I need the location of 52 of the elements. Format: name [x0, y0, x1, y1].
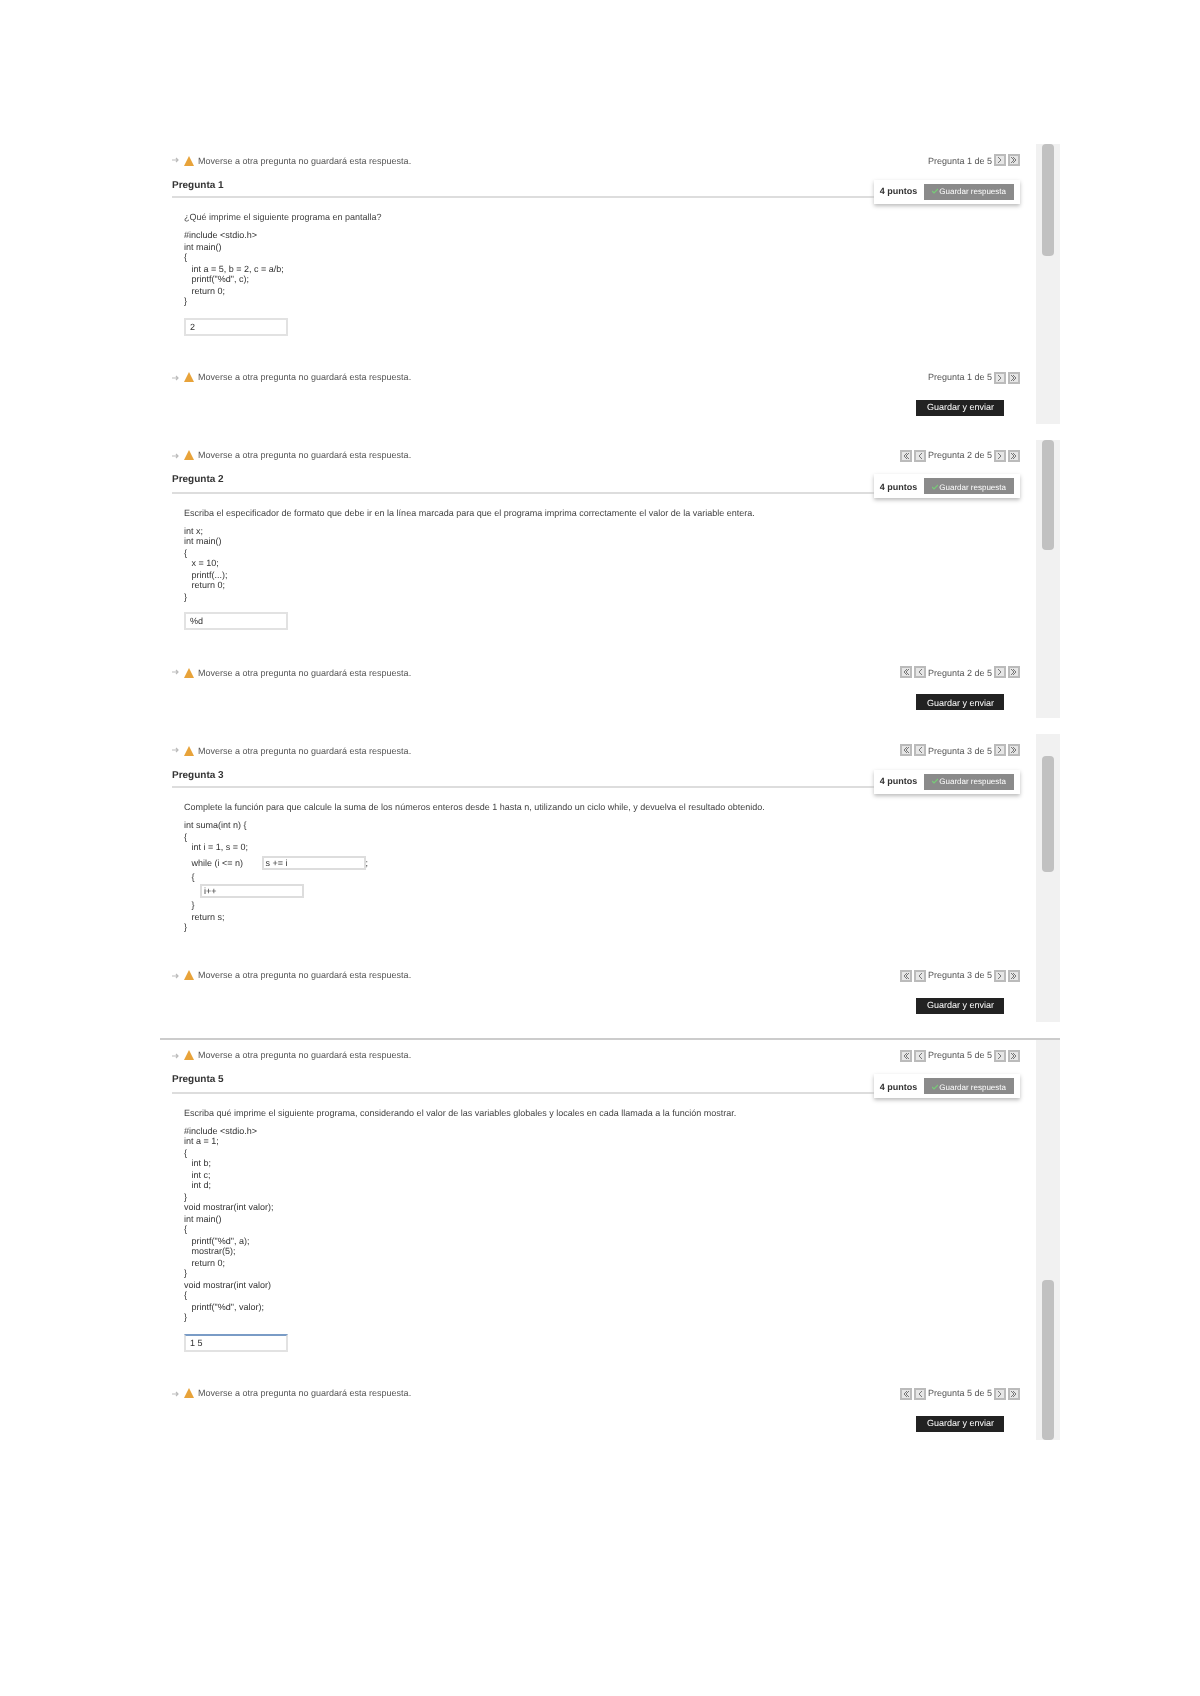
next-question-button[interactable] — [994, 744, 1006, 756]
warning-icon — [184, 745, 194, 755]
scrollbar[interactable] — [1036, 734, 1060, 1021]
first-question-button[interactable] — [899, 1387, 912, 1399]
next-question-button[interactable] — [994, 969, 1006, 981]
check-icon — [931, 483, 938, 489]
warning-icon — [184, 372, 194, 382]
last-question-button[interactable] — [1008, 666, 1020, 678]
arrow-icon — [172, 746, 180, 754]
previous-question-button[interactable] — [913, 1387, 926, 1399]
last-question-button[interactable] — [1008, 744, 1020, 756]
last-question-button[interactable] — [1008, 1049, 1020, 1061]
arrow-icon — [172, 971, 180, 979]
check-icon — [931, 778, 938, 784]
first-question-button[interactable] — [899, 1049, 912, 1061]
next-question-button[interactable] — [994, 1387, 1006, 1399]
next-question-button[interactable] — [994, 449, 1006, 461]
first-question-button[interactable] — [899, 744, 912, 756]
last-question-button[interactable] — [1008, 1387, 1020, 1399]
warning-icon — [184, 1388, 194, 1398]
scrollbar[interactable] — [1036, 439, 1060, 718]
last-question-button[interactable] — [1008, 969, 1020, 981]
warning-icon — [184, 155, 194, 165]
warning-icon — [184, 970, 194, 980]
arrow-icon — [172, 668, 180, 676]
previous-question-button[interactable] — [913, 1049, 926, 1061]
previous-question-button[interactable] — [913, 449, 926, 461]
arrow-icon — [172, 1389, 180, 1397]
next-question-button[interactable] — [994, 371, 1006, 383]
arrow-icon — [172, 156, 180, 164]
warning-icon — [184, 1050, 194, 1060]
last-question-button[interactable] — [1008, 449, 1020, 461]
next-question-button[interactable] — [994, 1049, 1006, 1061]
previous-question-button[interactable] — [913, 744, 926, 756]
next-question-button[interactable] — [994, 666, 1006, 678]
arrow-icon — [172, 451, 180, 459]
scrollbar[interactable] — [1036, 1039, 1060, 1439]
check-icon — [931, 188, 938, 194]
first-question-button[interactable] — [899, 666, 912, 678]
first-question-button[interactable] — [899, 969, 912, 981]
arrow-icon — [172, 373, 180, 381]
last-question-button[interactable] — [1008, 154, 1020, 166]
previous-question-button[interactable] — [913, 666, 926, 678]
previous-question-button[interactable] — [913, 969, 926, 981]
next-question-button[interactable] — [994, 154, 1006, 166]
last-question-button[interactable] — [1008, 371, 1020, 383]
warning-icon — [184, 450, 194, 460]
first-question-button[interactable] — [899, 449, 912, 461]
arrow-icon — [172, 1051, 180, 1059]
scrollbar[interactable] — [1036, 144, 1060, 423]
check-icon — [931, 1083, 938, 1089]
warning-icon — [184, 667, 194, 677]
